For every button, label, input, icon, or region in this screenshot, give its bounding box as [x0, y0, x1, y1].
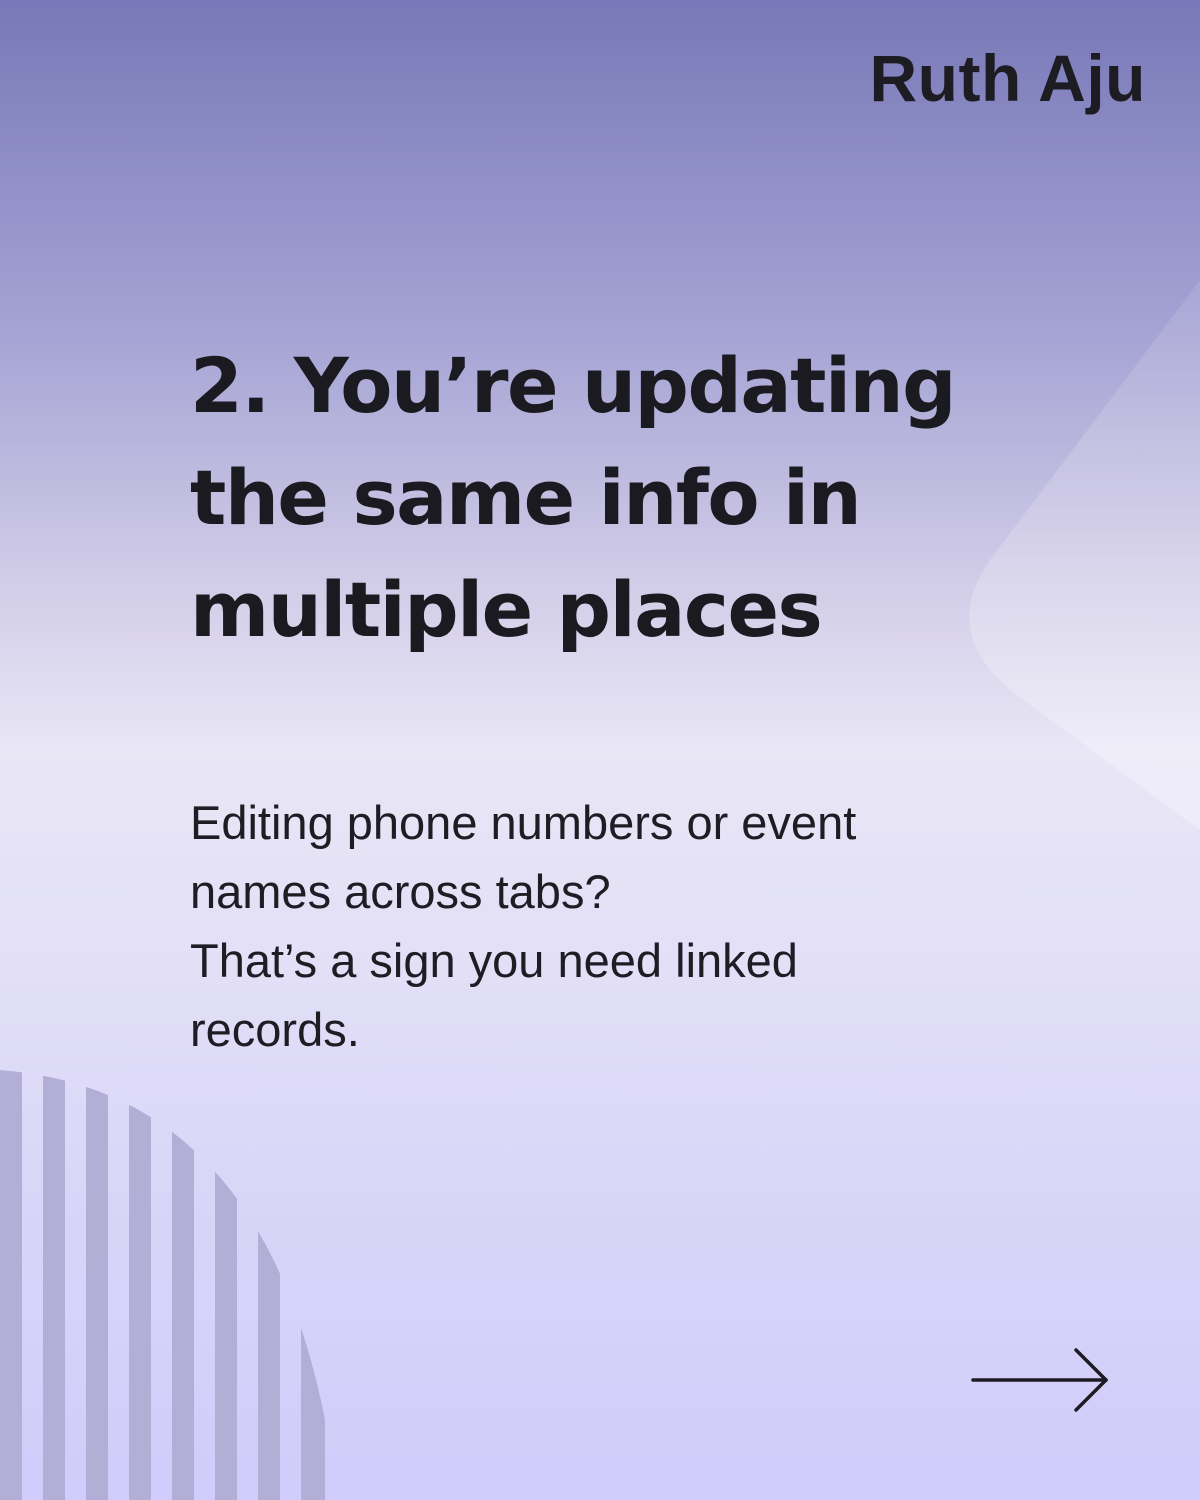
decorative-stripes: [0, 1070, 325, 1500]
arrow-right-icon[interactable]: [970, 1345, 1110, 1415]
slide-body: Editing phone numbers or event names acr…: [190, 788, 980, 1064]
body-line-question: Editing phone numbers or event names acr…: [190, 796, 857, 918]
slide-title: 2. You’re updating the same info in mult…: [190, 341, 957, 654]
author-name: Ruth Aju: [869, 41, 1146, 115]
body-line-answer: That’s a sign you need linked records.: [190, 934, 798, 1056]
